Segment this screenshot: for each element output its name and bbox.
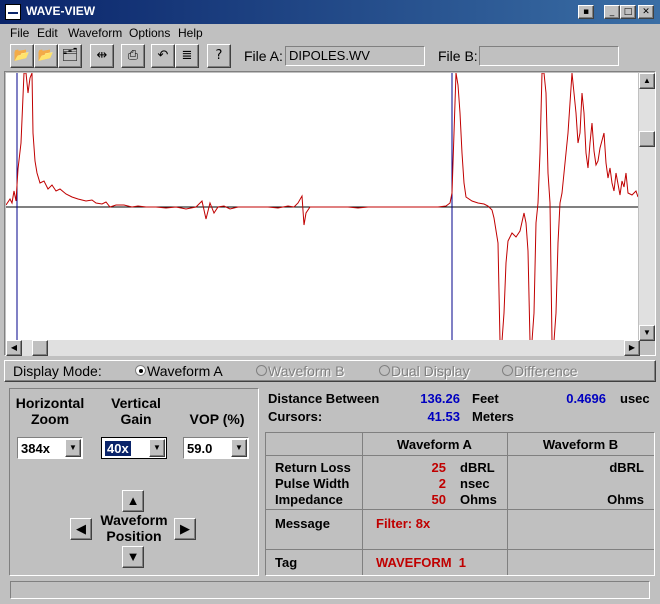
pulse-width-a-unit: nsec — [460, 476, 490, 491]
radio-waveform-b[interactable] — [256, 365, 267, 376]
vop-label: VOP (%) — [189, 411, 245, 427]
scroll-right-icon[interactable]: ▶ — [624, 340, 640, 356]
menu-edit[interactable]: Edit — [37, 26, 58, 40]
mode-waveform-a-label[interactable]: Waveform A — [147, 363, 223, 379]
waveform-frame: ▲ ▼ ◀ ▶ — [4, 71, 656, 356]
return-loss-a-unit: dBRL — [460, 460, 495, 475]
distance-time-unit: usec — [620, 391, 650, 406]
pulse-width-a-value: 2 — [438, 476, 446, 491]
open-file-a-icon[interactable]: 📂 — [10, 44, 34, 68]
menu-options[interactable]: Options — [129, 26, 170, 40]
scroll-down-icon[interactable]: ▼ — [639, 325, 655, 341]
horizontal-scroll-thumb[interactable] — [32, 340, 48, 356]
vertical-gain-select[interactable]: 40x ▼ — [101, 437, 167, 459]
message-label: Message — [275, 516, 330, 531]
message-value: Filter: 8x — [376, 516, 431, 531]
distance-feet-value: 136.26 — [420, 391, 460, 406]
vertical-gain-label-1: Vertical — [111, 395, 161, 411]
column-header-waveform-b: Waveform B — [542, 437, 619, 452]
vertical-gain-label-2: Gain — [120, 411, 152, 427]
print-icon[interactable]: ⎙ — [121, 44, 145, 68]
horizontal-zoom-select[interactable]: 384x ▼ — [17, 437, 83, 459]
status-bar — [10, 581, 650, 599]
impedance-b-unit: Ohms — [607, 492, 644, 507]
waveform-position-label-1: Waveform — [100, 512, 168, 528]
return-loss-b-unit: dBRL — [609, 460, 644, 475]
file-b-field — [479, 46, 619, 66]
position-right-icon[interactable]: ▶ — [174, 518, 196, 540]
close-button[interactable]: ✕ — [638, 5, 654, 19]
horizontal-zoom-label-2: Zoom — [30, 411, 70, 427]
window-title: WAVE-VIEW — [26, 4, 96, 18]
mode-dual-display-label: Dual Display — [391, 363, 470, 379]
scroll-left-icon[interactable]: ◀ — [6, 340, 22, 356]
position-down-icon[interactable]: ▼ — [122, 546, 144, 568]
return-loss-a-value: 25 — [431, 460, 446, 475]
radio-difference[interactable] — [502, 365, 513, 376]
table-divider — [266, 509, 654, 510]
display-mode-bar: Display Mode: Waveform A Waveform B Dual… — [4, 360, 656, 382]
waveform-plot[interactable] — [6, 73, 638, 341]
impedance-a-value: 50 — [431, 492, 446, 507]
file-a-label: File A: — [244, 48, 283, 64]
minimize-button[interactable]: _ — [604, 5, 620, 19]
horizontal-scrollbar[interactable]: ◀ ▶ — [6, 340, 640, 356]
cursors-icon[interactable]: ⇹ — [90, 44, 114, 68]
menu-help[interactable]: Help — [178, 26, 203, 40]
column-header-waveform-a: Waveform A — [397, 437, 472, 452]
open-folder-icon[interactable]: 🗂 — [58, 44, 82, 68]
help-icon[interactable]: ? — [207, 44, 231, 68]
position-left-icon[interactable]: ◀ — [70, 518, 92, 540]
distance-label-1: Distance Between — [268, 391, 380, 406]
vertical-gain-value: 40x — [105, 441, 131, 456]
distance-meters-value: 41.53 — [427, 409, 460, 424]
vop-value: 59.0 — [187, 441, 213, 456]
radio-dual-display[interactable] — [379, 365, 390, 376]
distance-panel: Distance Between Cursors: 136.26 Feet 41… — [264, 388, 656, 432]
undo-icon[interactable]: ↶ — [151, 44, 175, 68]
table-divider — [266, 549, 654, 550]
controls-panel: Horizontal Zoom Vertical Gain VOP (%) 38… — [9, 388, 259, 576]
menu-bar: File Edit Waveform Options Help — [0, 24, 660, 42]
distance-label-2: Cursors: — [268, 409, 323, 424]
waveform-table: Waveform A Waveform B Return Loss 25 dBR… — [265, 432, 655, 576]
row-label-return-loss: Return Loss — [275, 460, 351, 475]
chevron-down-icon[interactable]: ▼ — [65, 439, 81, 457]
tag-value: WAVEFORM 1 — [376, 555, 467, 570]
position-up-icon[interactable]: ▲ — [122, 490, 144, 512]
file-b-label: File B: — [438, 48, 478, 64]
waveform-position-label-2: Position — [106, 528, 162, 544]
tag-label: Tag — [275, 555, 298, 570]
radio-waveform-a[interactable] — [135, 365, 146, 376]
maximize-button[interactable]: □ — [620, 5, 636, 19]
open-file-b-icon[interactable]: 📂 — [34, 44, 58, 68]
notes-icon[interactable]: ≣ — [175, 44, 199, 68]
mode-waveform-b-label: Waveform B — [268, 363, 345, 379]
chevron-down-icon[interactable]: ▼ — [149, 439, 165, 457]
distance-meters-unit: Meters — [472, 409, 514, 424]
menu-waveform[interactable]: Waveform — [68, 26, 122, 40]
scroll-up-icon[interactable]: ▲ — [639, 73, 655, 89]
distance-feet-unit: Feet — [472, 391, 499, 406]
row-label-impedance: Impedance — [275, 492, 343, 507]
row-label-pulse-width: Pulse Width — [275, 476, 350, 491]
horizontal-zoom-label-1: Horizontal — [15, 395, 85, 411]
menu-file[interactable]: File — [10, 26, 29, 40]
file-a-field: DIPOLES.WV — [285, 46, 425, 66]
chevron-down-icon[interactable]: ▼ — [231, 439, 247, 457]
title-bar[interactable]: WAVE-VIEW ▪ _ □ ✕ — [0, 0, 660, 24]
impedance-a-unit: Ohms — [460, 492, 497, 507]
help-context-icon[interactable]: ▪ — [578, 5, 594, 19]
distance-time-value: 0.4696 — [566, 391, 606, 406]
table-divider — [507, 433, 508, 575]
vertical-scrollbar[interactable]: ▲ ▼ — [639, 73, 655, 341]
horizontal-zoom-value: 384x — [21, 441, 50, 456]
vop-select[interactable]: 59.0 ▼ — [183, 437, 249, 459]
app-icon[interactable] — [5, 4, 21, 20]
table-divider — [266, 455, 654, 456]
table-divider — [362, 433, 363, 575]
mode-difference-label: Difference — [514, 363, 578, 379]
display-mode-label: Display Mode: — [13, 363, 102, 379]
vertical-scroll-thumb[interactable] — [639, 131, 655, 147]
